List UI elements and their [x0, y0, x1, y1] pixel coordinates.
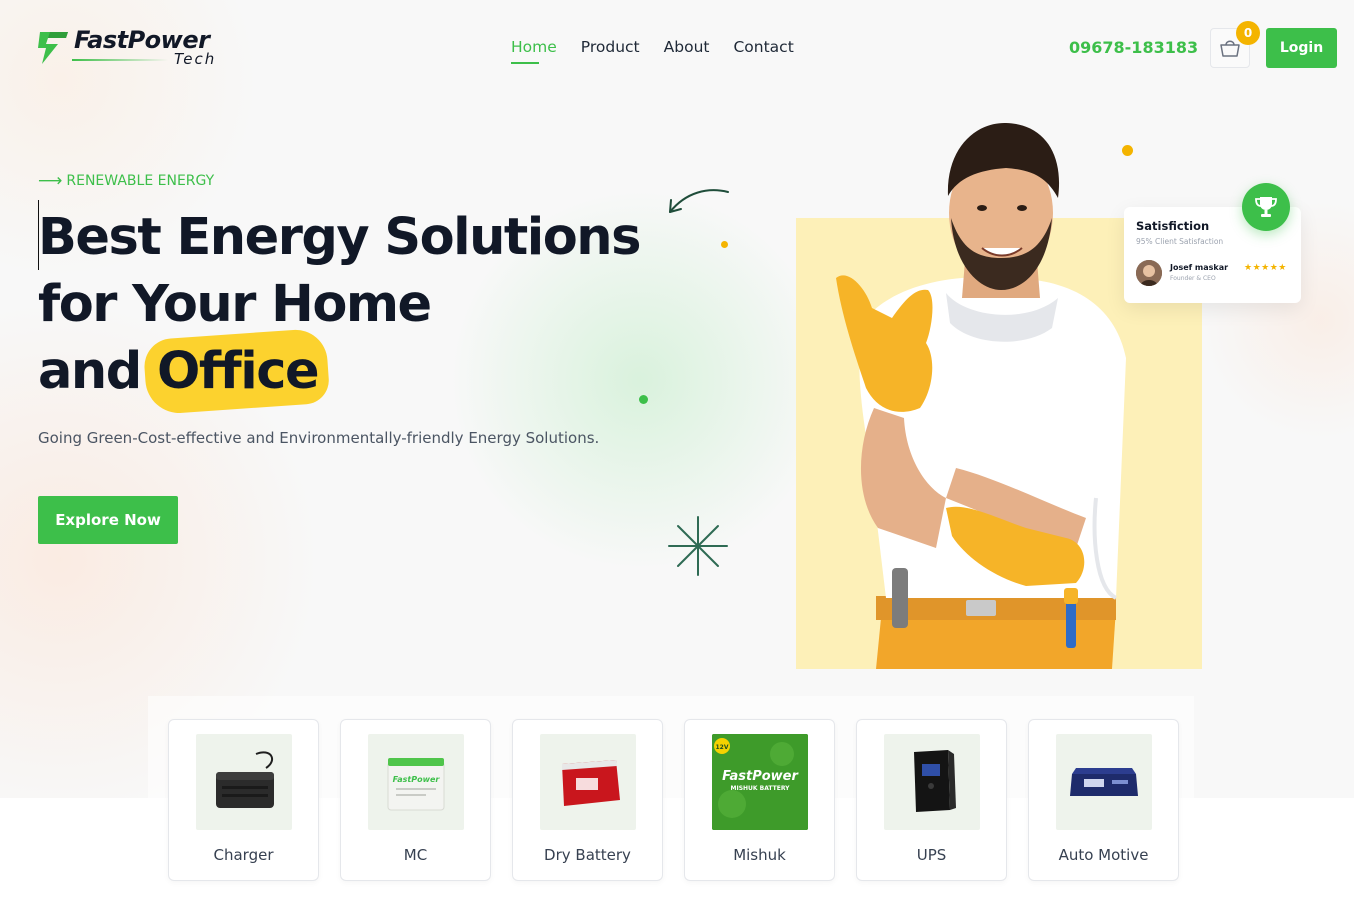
mc-battery-image: FastPower [368, 734, 464, 830]
category-card-charger[interactable]: Charger [168, 719, 319, 881]
nav-product[interactable]: Product [581, 38, 640, 64]
bolt-logo-icon [38, 32, 68, 64]
nav-about[interactable]: About [664, 38, 710, 64]
category-label: Charger [213, 846, 274, 864]
category-card-ups[interactable]: UPS [856, 719, 1007, 881]
trophy-icon [1255, 197, 1277, 217]
category-label: UPS [916, 846, 947, 864]
sparkle-icon [668, 516, 728, 576]
nav-home[interactable]: Home [511, 38, 557, 64]
trophy-badge [1242, 183, 1290, 231]
reviewer-role: Founder & CEO [1170, 275, 1216, 282]
hero-eyebrow: ⟶ RENEWABLE ENERGY [38, 171, 214, 191]
category-label: MC [403, 846, 428, 864]
nav-contact[interactable]: Contact [733, 38, 793, 64]
category-label: Auto Motive [1058, 846, 1149, 864]
charger-image [196, 734, 292, 830]
hero-headline: Best Energy Solutions for Your Home and … [38, 204, 678, 405]
brand-logo[interactable]: FastPower Tech [36, 26, 236, 68]
category-card-dry-battery[interactable]: Dry Battery [512, 719, 663, 881]
avatar [1136, 260, 1162, 286]
category-card-auto-motive[interactable]: Auto Motive [1028, 719, 1179, 881]
category-label: Mishuk [733, 846, 786, 864]
reviewer-name: Josef maskar [1170, 263, 1229, 272]
brand-subtitle: Tech [174, 50, 217, 68]
curved-arrow-icon [669, 189, 729, 213]
category-label: Dry Battery [544, 846, 631, 864]
eyebrow-text: RENEWABLE ENERGY [66, 173, 215, 189]
hero-worker-image [796, 118, 1202, 669]
dry-battery-image [540, 734, 636, 830]
arrow-right-icon: ⟶ [38, 171, 63, 191]
satisfaction-subtitle: 95% Client Satisfaction [1136, 237, 1224, 246]
category-list: Charger FastPower MC Dry Battery 12V Fas… [168, 719, 1179, 881]
main-nav: Home Product About Contact [511, 38, 794, 64]
cart-count-badge: 0 [1236, 21, 1260, 45]
category-card-mishuk[interactable]: 12V FastPower MISHUK BATTERY Mishuk [684, 719, 835, 881]
green-dot [639, 395, 648, 404]
phone-number[interactable]: 09678-183183 [1069, 38, 1198, 57]
headline-line-3-prefix: and [38, 342, 142, 401]
mishuk-caption-text: MISHUK BATTERY [731, 785, 791, 792]
headline-line-2: for Your Home [38, 275, 432, 334]
hero-tagline: Going Green-Cost-effective and Environme… [38, 429, 600, 447]
mishuk-volt-text: 12V [716, 744, 729, 751]
satisfaction-title: Satisfiction [1136, 219, 1210, 233]
mishuk-battery-image: 12V FastPower MISHUK BATTERY [712, 734, 808, 830]
rating-stars: ★★★★★ [1244, 263, 1287, 273]
login-button[interactable]: Login [1266, 28, 1337, 68]
category-card-mc[interactable]: FastPower MC [340, 719, 491, 881]
auto-motive-image [1056, 734, 1152, 830]
headline-highlight: Office [157, 338, 320, 405]
yellow-dot-small [721, 241, 728, 248]
mishuk-brand-text: FastPower [722, 769, 799, 784]
ups-image [884, 734, 980, 830]
logo-underline [72, 59, 168, 61]
headline-line-1: Best Energy Solutions [38, 208, 641, 267]
cart-icon [1220, 40, 1240, 57]
mc-brand-text: FastPower [393, 775, 441, 784]
explore-button[interactable]: Explore Now [38, 496, 178, 544]
